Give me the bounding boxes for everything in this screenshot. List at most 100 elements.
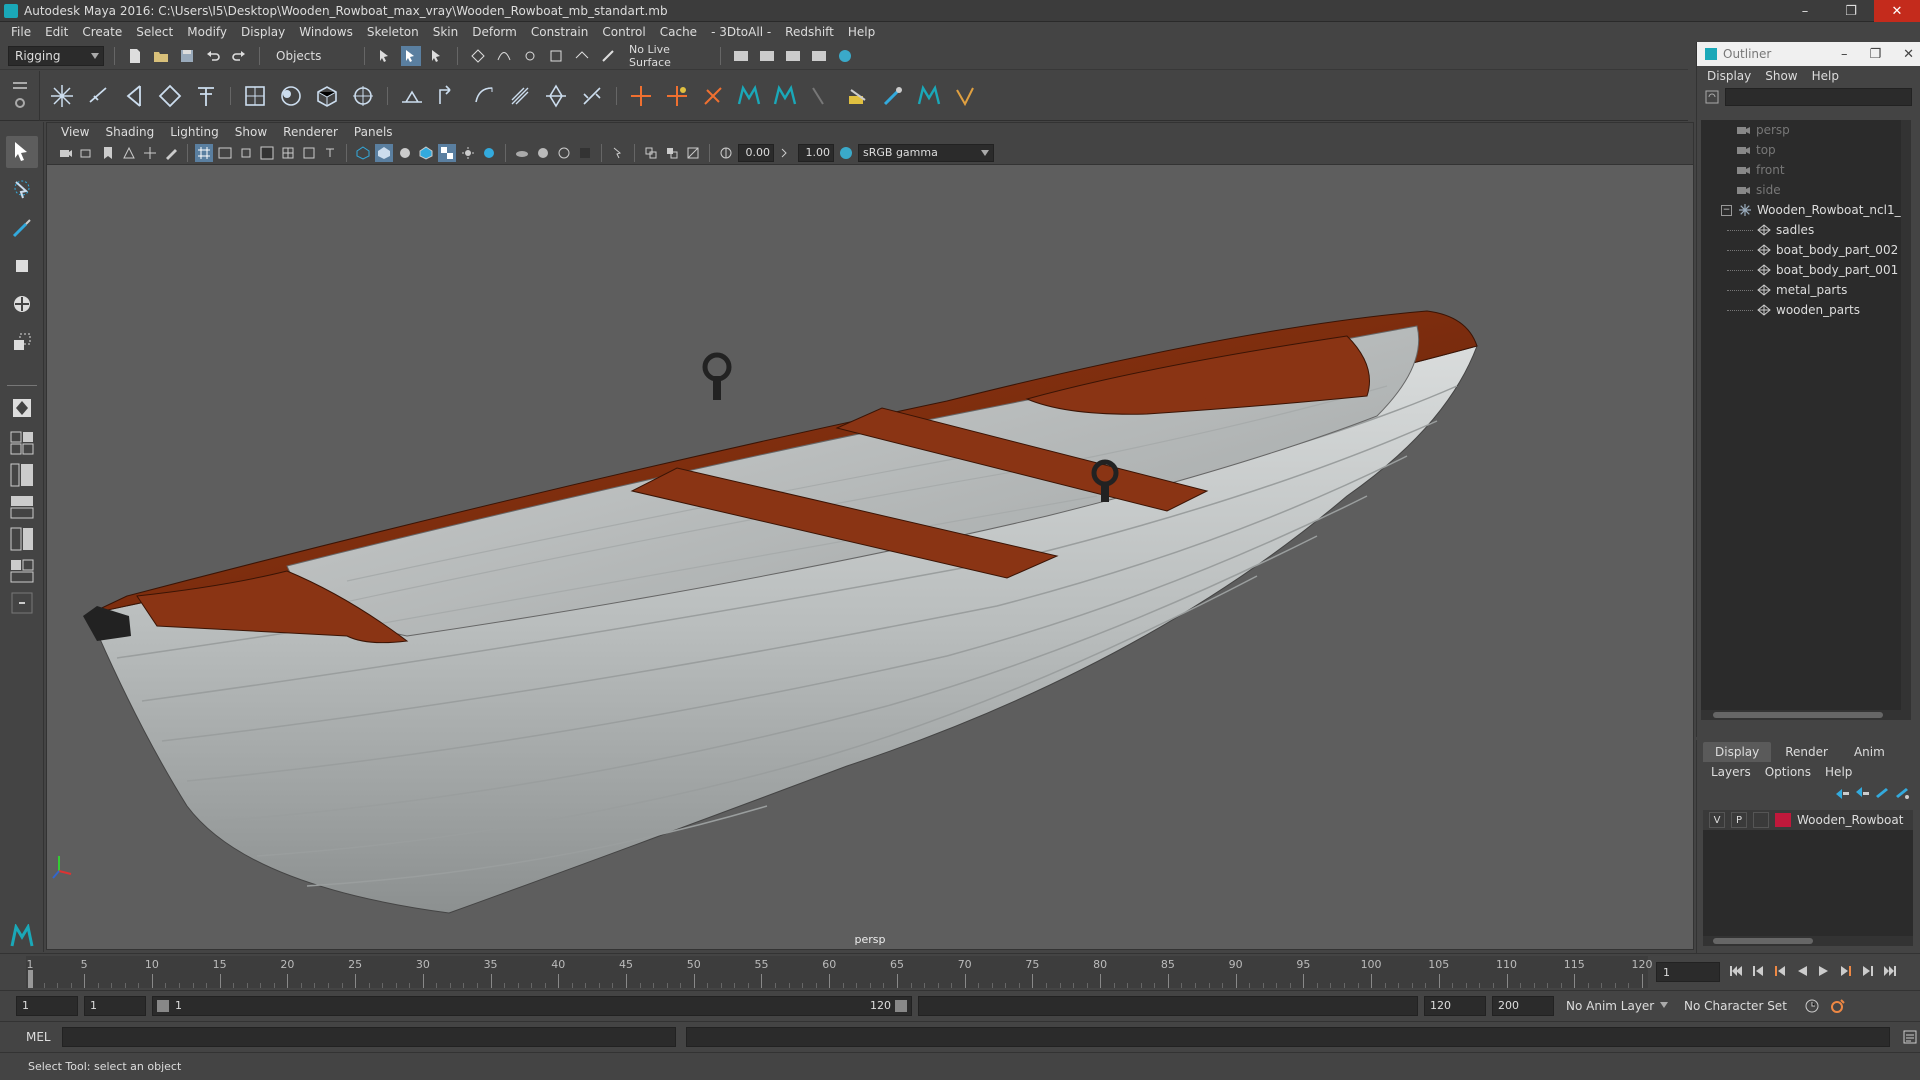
- outliner-horizontal-scrollbar[interactable]: [1701, 710, 1911, 720]
- detach-skin-icon[interactable]: [540, 80, 572, 112]
- restore-button[interactable]: ❐: [1828, 0, 1874, 22]
- rowboat-3d-model[interactable]: [47, 166, 1693, 949]
- layer-visibility-toggle[interactable]: V: [1709, 812, 1725, 828]
- maya-m-icon-3[interactable]: [913, 80, 945, 112]
- outliner-close-button[interactable]: ✕: [1903, 47, 1914, 62]
- custom-layout-icon[interactable]: [7, 590, 37, 616]
- snap-curve-icon[interactable]: [494, 46, 514, 66]
- menu-skeleton[interactable]: Skeleton: [360, 25, 426, 39]
- two-d-pan-icon[interactable]: [141, 144, 159, 162]
- menu-cache[interactable]: Cache: [653, 25, 704, 39]
- quick-rig-icon[interactable]: [239, 80, 271, 112]
- scrollbar-thumb[interactable]: [1713, 712, 1883, 718]
- anim-layer-dropdown[interactable]: No Anim Layer: [1560, 995, 1672, 1016]
- motion-blur-icon[interactable]: [534, 144, 552, 162]
- xray-icon[interactable]: [642, 144, 660, 162]
- outliner-maximize-button[interactable]: ❐: [1869, 47, 1881, 62]
- locator-icon[interactable]: [625, 80, 657, 112]
- resolution-gate-icon[interactable]: [237, 144, 255, 162]
- persp-graph-layout-icon[interactable]: [7, 526, 37, 552]
- time-slider[interactable]: 1 5 10 15 20 25 30 35 40 45 50 55 60 65 70 75 80 85 90 95 10…: [0, 953, 1920, 989]
- menu-select[interactable]: Select: [129, 25, 180, 39]
- live-surface-field[interactable]: No Live Surface: [624, 43, 710, 69]
- make-live-icon[interactable]: [598, 46, 618, 66]
- camera-attributes-icon[interactable]: [78, 144, 96, 162]
- camera-icon[interactable]: [57, 144, 75, 162]
- depth-of-field-icon[interactable]: [576, 144, 594, 162]
- single-perspective-layout-icon[interactable]: [7, 430, 37, 456]
- viewport-panel[interactable]: View Shading Lighting Show Renderer Pane…: [46, 122, 1694, 950]
- new-empty-layer-icon[interactable]: [1874, 786, 1890, 800]
- paint-weights-icon[interactable]: [504, 80, 536, 112]
- menu-3dtoall[interactable]: - 3DtoAll -: [704, 25, 778, 39]
- step-back-frame-icon[interactable]: [1772, 962, 1788, 980]
- safe-action-icon[interactable]: [300, 144, 318, 162]
- maya-m-icon-2[interactable]: [769, 80, 801, 112]
- menu-display[interactable]: Display: [234, 25, 292, 39]
- blend-shape-icon[interactable]: [576, 80, 608, 112]
- layer-playback-toggle[interactable]: P: [1731, 812, 1747, 828]
- paint-skin-icon[interactable]: [877, 80, 909, 112]
- move-layer-down-icon[interactable]: [1854, 786, 1870, 800]
- lattice-icon[interactable]: [311, 80, 343, 112]
- select-hierarchy-icon[interactable]: [375, 46, 395, 66]
- layer-display-type-toggle[interactable]: [1753, 812, 1769, 828]
- orient-joint-icon[interactable]: [154, 80, 186, 112]
- outliner-item-front[interactable]: front: [1701, 160, 1911, 180]
- insert-joint-icon[interactable]: [82, 80, 114, 112]
- xray-components-icon[interactable]: [684, 144, 702, 162]
- new-scene-icon[interactable]: [125, 46, 145, 66]
- key-tangent-icon[interactable]: [841, 80, 873, 112]
- menu-redshift[interactable]: Redshift: [778, 25, 841, 39]
- scale-tool-icon[interactable]: [6, 326, 38, 358]
- use-all-lights-icon[interactable]: [459, 144, 477, 162]
- shelf-tabs-toggle[interactable]: [0, 71, 40, 121]
- select-mode-dropdown[interactable]: Objects: [270, 45, 354, 66]
- layer-horizontal-scrollbar[interactable]: [1703, 936, 1913, 946]
- exposure-icon[interactable]: [717, 144, 735, 162]
- persp-outliner-layout-icon[interactable]: [7, 494, 37, 520]
- outliner-item-persp[interactable]: persp: [1701, 120, 1911, 140]
- menu-windows[interactable]: Windows: [292, 25, 360, 39]
- playback-start-field[interactable]: 1: [84, 995, 146, 1016]
- outliner-item-boat-body-part-001[interactable]: boat_body_part_001: [1701, 260, 1911, 280]
- new-layer-from-selection-icon[interactable]: [1894, 786, 1910, 800]
- step-forward-key-icon[interactable]: [1860, 962, 1876, 980]
- move-tool-icon[interactable]: [6, 250, 38, 282]
- rotate-tool-icon[interactable]: [6, 288, 38, 320]
- refresh-icon[interactable]: [1705, 90, 1719, 104]
- save-scene-icon[interactable]: [177, 46, 197, 66]
- outliner-filter-input[interactable]: [1725, 88, 1912, 106]
- persp-hypershade-layout-icon[interactable]: [7, 558, 37, 584]
- snap-point-icon[interactable]: [520, 46, 540, 66]
- outliner-menu-display[interactable]: Display: [1707, 69, 1751, 83]
- bind-skin-icon[interactable]: [468, 80, 500, 112]
- render-view-icon[interactable]: [731, 46, 751, 66]
- mirror-joint-icon[interactable]: [118, 80, 150, 112]
- xray-joints-icon[interactable]: [663, 144, 681, 162]
- layer-menu-layers[interactable]: Layers: [1711, 765, 1751, 779]
- close-button[interactable]: ✕: [1874, 0, 1920, 22]
- menu-control[interactable]: Control: [595, 25, 652, 39]
- outliner-item-metal-parts[interactable]: metal_parts: [1701, 280, 1911, 300]
- step-forward-frame-icon[interactable]: [1838, 962, 1854, 980]
- time-ruler[interactable]: 1 5 10 15 20 25 30 35 40 45 50 55 60 65 70 75 80 85 90 95 10…: [26, 956, 1653, 988]
- image-plane-icon[interactable]: [120, 144, 138, 162]
- animation-start-field[interactable]: 1: [16, 995, 78, 1016]
- command-language-label[interactable]: MEL: [26, 1030, 52, 1044]
- ipr-render-icon[interactable]: [783, 46, 803, 66]
- joint-tool-icon[interactable]: [46, 80, 78, 112]
- ik-handle-icon[interactable]: [396, 80, 428, 112]
- render-settings-icon[interactable]: [809, 46, 829, 66]
- tab-anim[interactable]: Anim: [1842, 742, 1897, 762]
- viewport-menu-panels[interactable]: Panels: [346, 125, 401, 139]
- layer-color-swatch[interactable]: [1775, 813, 1791, 827]
- snap-grid-icon[interactable]: [468, 46, 488, 66]
- menuset-dropdown[interactable]: Rigging: [8, 45, 104, 66]
- tab-display[interactable]: Display: [1703, 742, 1772, 762]
- maya-m-icon[interactable]: [733, 80, 765, 112]
- outliner-menu-show[interactable]: Show: [1765, 69, 1797, 83]
- auto-key-icon[interactable]: [1802, 996, 1822, 1016]
- layer-row[interactable]: V P Wooden_Rowboat: [1703, 810, 1913, 830]
- wireframe-icon[interactable]: [354, 144, 372, 162]
